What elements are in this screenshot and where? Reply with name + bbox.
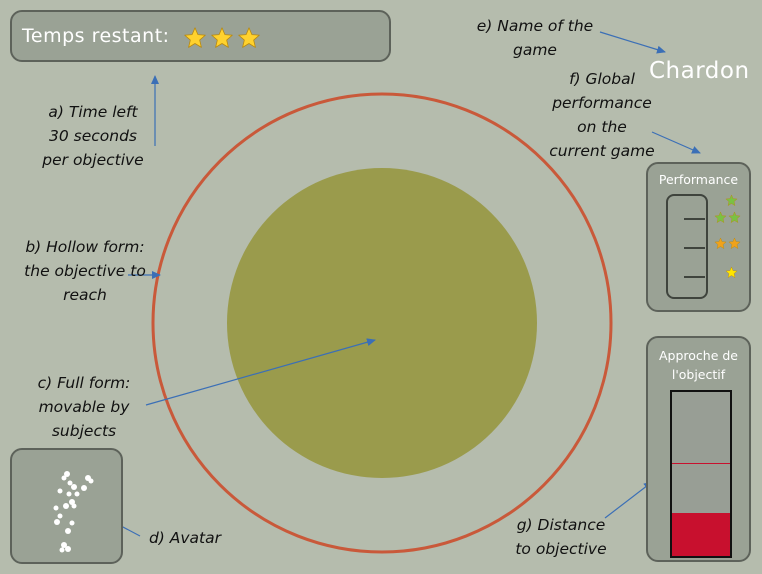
annotation-line: c) Full form: — [37, 374, 131, 392]
annotation-line: per objective — [42, 151, 144, 169]
timer-label: Temps restant: — [22, 25, 170, 47]
approach-panel: Approche de l'objectif — [646, 336, 751, 562]
approach-title: Approche de l'objectif — [648, 346, 749, 384]
performance-tick — [684, 276, 705, 278]
star-icon — [238, 27, 260, 48]
annotation-line: subjects — [51, 422, 117, 440]
annotation-avatar: d) Avatar — [144, 526, 226, 550]
full-form-movable[interactable] — [227, 168, 537, 478]
annotation-line: movable by — [38, 398, 130, 416]
performance-level-top-stars — [725, 194, 738, 207]
avatar — [53, 471, 94, 553]
annotation-line: reach — [63, 286, 107, 304]
annotation-line: g) Distance — [516, 516, 606, 534]
approach-fill — [672, 513, 730, 556]
performance-level-2-stars — [714, 237, 741, 250]
performance-level-3-stars — [725, 266, 738, 279]
annotation-full-form: c) Full form: movable by subjects — [22, 371, 146, 443]
star-icon — [714, 237, 727, 249]
annotation-time-left: a) Time left 30 seconds per objective — [35, 100, 151, 172]
annotation-line: on the — [577, 118, 627, 136]
annotation-line: performance — [552, 94, 652, 112]
annotation-game-name: e) Name of the game — [468, 14, 602, 62]
annotation-line: a) Time left — [48, 103, 138, 121]
annotation-line: b) Hollow form: — [25, 238, 145, 256]
annotation-line: current game — [549, 142, 655, 160]
star-icon — [211, 27, 233, 48]
annotation-global-performance: f) Global performance on the current gam… — [540, 67, 664, 163]
performance-title: Performance — [658, 172, 739, 187]
game-name: Chardon — [649, 58, 750, 84]
performance-level-1-stars — [714, 211, 741, 224]
performance-tick — [684, 247, 705, 249]
star-icon — [728, 237, 741, 249]
annotation-hollow-form: b) Hollow form: the objective to reach — [0, 235, 170, 307]
star-icon — [725, 194, 738, 206]
annotation-distance: g) Distance to objective — [502, 513, 620, 561]
star-icon — [725, 266, 738, 278]
timer-panel: Temps restant: — [10, 10, 391, 62]
performance-gauge — [666, 194, 708, 299]
approach-title-line1: Approche de — [658, 348, 739, 363]
approach-gauge — [670, 390, 732, 558]
performance-panel: Performance — [646, 162, 751, 312]
star-icon — [728, 211, 741, 223]
performance-tick — [684, 218, 705, 220]
annotation-line: the objective to — [24, 262, 146, 280]
star-icon — [714, 211, 727, 223]
approach-title-line2: l'objectif — [671, 367, 726, 382]
annotation-line: e) Name of the — [476, 17, 594, 35]
avatar-panel — [10, 448, 123, 564]
timer-stars — [183, 26, 261, 50]
arrow-e — [599, 31, 666, 54]
star-icon — [184, 27, 206, 48]
annotation-line: to objective — [515, 540, 607, 558]
annotation-line: game — [513, 41, 557, 59]
annotation-line: f) Global — [569, 70, 635, 88]
annotation-line: 30 seconds — [48, 127, 137, 145]
approach-target-mark — [672, 462, 730, 464]
annotation-line: d) Avatar — [148, 529, 222, 547]
